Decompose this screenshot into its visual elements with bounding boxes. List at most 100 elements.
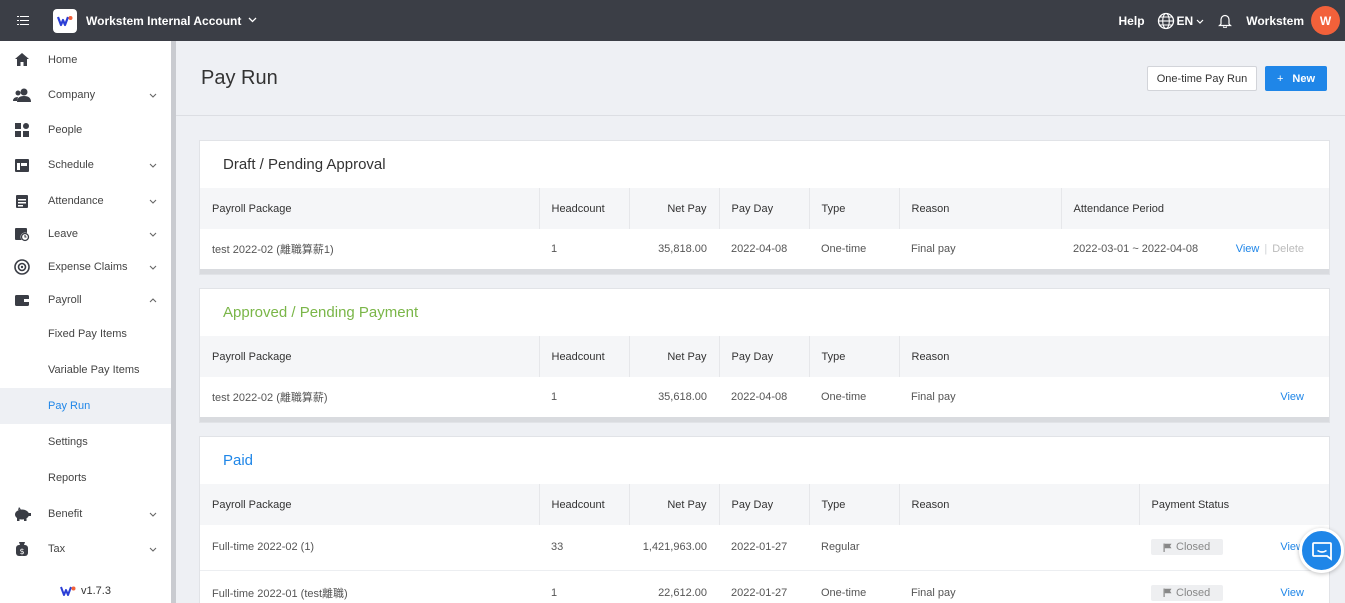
sidebar-item-home[interactable]: Home (0, 43, 171, 76)
package-cell: test 2022-02 (離職算薪1) (212, 244, 334, 256)
reason-cell: Final pay (899, 569, 1139, 603)
workstem-logo-icon (60, 586, 76, 596)
section-title: Draft / Pending Approval (223, 156, 386, 173)
chat-support-button[interactable] (1299, 528, 1344, 573)
column-header: Attendance Period (1061, 188, 1329, 229)
paid-section: Paid Payroll Package Headcount Net Pay P… (199, 436, 1330, 603)
sidebar-item-leave[interactable]: Leave (0, 217, 171, 250)
new-button[interactable]: + New (1265, 66, 1327, 91)
net-pay-cell: 35,818.00 (658, 243, 707, 255)
column-header: Type (809, 484, 900, 525)
hamburger-icon (17, 15, 29, 26)
table-row: test 2022-02 (離職算薪1) 1 35,818.00 2022-04… (200, 229, 1329, 269)
sidebar-item-tax[interactable]: $ Tax (0, 532, 171, 565)
people-icon (13, 121, 31, 139)
pay-day-cell: 2022-01-27 (731, 541, 788, 554)
table-row: test 2022-02 (離職算薪) 1 35,618.00 2022-04-… (200, 377, 1329, 417)
sidebar-item-label: Company (48, 88, 96, 101)
horizontal-scrollbar[interactable] (200, 269, 1329, 274)
account-name[interactable]: Workstem Internal Account (86, 14, 241, 28)
sidebar-item-label: Expense Claims (48, 260, 128, 273)
table-row: Full-time 2022-02 (1) 33 1,421,963.00 20… (200, 525, 1329, 570)
headcount-cell: 1 (539, 569, 629, 603)
tax-icon: $ (13, 540, 31, 558)
app-version: v1.7.3 (60, 585, 111, 597)
sidebar-subitem-settings[interactable]: Settings (0, 424, 171, 460)
sidebar-subitem-fixed-pay-items[interactable]: Fixed Pay Items (0, 316, 171, 352)
chevron-down-icon (149, 509, 157, 519)
attendance-period: 2022-03-01 ~ 2022-04-08 (1073, 243, 1199, 255)
sidebar-item-attendance[interactable]: Attendance (0, 184, 171, 217)
sidebar-item-label: Tax (48, 542, 66, 555)
sidebar-item-expense-claims[interactable]: Expense Claims (0, 250, 171, 283)
new-button-label: New (1292, 72, 1316, 85)
attendance-icon (13, 192, 31, 210)
workstem-logo (53, 8, 77, 33)
column-header: Reason (899, 188, 1062, 229)
sidebar-subitem-reports[interactable]: Reports (0, 460, 171, 496)
package-cell: Full-time 2022-02 (1) (212, 541, 315, 554)
main-content: Pay Run One-time Pay Run + New Draft / P… (176, 41, 1345, 603)
column-header: Net Pay (629, 484, 720, 525)
notification-bell-icon[interactable] (1218, 13, 1233, 28)
draft-table: Payroll Package Headcount Net Pay Pay Da… (200, 188, 1329, 269)
language-label: EN (1176, 13, 1194, 28)
page-title: Pay Run (201, 67, 278, 89)
company-icon (13, 86, 31, 104)
chevron-down-icon (149, 229, 157, 239)
user-name[interactable]: Workstem (1246, 14, 1304, 28)
sidebar-item-label: People (48, 123, 83, 136)
column-header: Headcount (539, 484, 630, 525)
column-header: Headcount (539, 336, 630, 377)
sidebar-item-label: Payroll (48, 293, 82, 306)
column-header: Payroll Package (200, 336, 540, 377)
sidebar-item-people[interactable]: People (0, 113, 171, 146)
sidebar-item-schedule[interactable]: Schedule (0, 146, 171, 184)
expense-icon (13, 258, 31, 276)
headcount-cell: 1 (551, 243, 558, 255)
sidebar-subitem-pay-run[interactable]: Pay Run (0, 388, 171, 424)
sidebar-subitem-variable-pay-items[interactable]: Variable Pay Items (0, 352, 171, 388)
column-header: Pay Day (719, 484, 810, 525)
sidebar-item-label: Schedule (48, 159, 94, 171)
one-time-pay-run-button[interactable]: One-time Pay Run (1147, 66, 1257, 91)
reason-text: Final pay (911, 391, 956, 403)
language-chevron-down-icon (1196, 16, 1204, 26)
page-header: Pay Run One-time Pay Run + New (176, 41, 1345, 116)
table-row: Full-time 2022-01 (test離職) 1 22,612.00 2… (200, 569, 1329, 603)
horizontal-scrollbar[interactable] (200, 417, 1329, 422)
account-chevron-down-icon[interactable] (248, 15, 257, 26)
sidebar-item-benefit[interactable]: Benefit (0, 496, 171, 532)
column-header: Net Pay (629, 188, 720, 229)
language-selector[interactable]: EN (1157, 12, 1205, 30)
package-cell: Full-time 2022-01 (test離職) (200, 569, 539, 603)
view-link[interactable]: View (1236, 243, 1260, 255)
sidebar-item-label: Benefit (48, 508, 83, 520)
type-cell: One-time (809, 569, 899, 603)
chevron-down-icon (149, 262, 157, 272)
column-header: Reason (899, 484, 1140, 525)
svg-text:$: $ (19, 547, 24, 556)
view-link[interactable]: View (1280, 587, 1304, 599)
reason-cell: Final pay (911, 243, 956, 255)
type-cell: One-time (821, 391, 867, 403)
sidebar-item-payroll[interactable]: Payroll (0, 283, 171, 316)
column-header: Type (809, 188, 900, 229)
column-header: Headcount (539, 188, 630, 229)
menu-toggle-button[interactable] (0, 0, 46, 41)
package-cell: test 2022-02 (離職算薪) (212, 392, 328, 404)
pay-day-cell: 2022-04-08 (731, 391, 788, 403)
view-link[interactable]: View (1280, 391, 1304, 403)
globe-icon (1157, 12, 1174, 29)
approved-section: Approved / Pending Payment Payroll Packa… (199, 288, 1330, 423)
section-title: Approved / Pending Payment (223, 304, 419, 321)
column-header: Payment Status (1139, 484, 1329, 525)
top-bar: Workstem Internal Account Help EN Workst… (0, 0, 1345, 41)
avatar[interactable]: W (1311, 6, 1340, 35)
delete-link[interactable]: Delete (1272, 243, 1304, 255)
help-link[interactable]: Help (1119, 14, 1145, 28)
column-header: Payroll Package (200, 188, 540, 229)
sidebar-item-company[interactable]: Company (0, 76, 171, 113)
status-label: Closed (1176, 541, 1211, 554)
type-cell: Regular (821, 541, 860, 554)
